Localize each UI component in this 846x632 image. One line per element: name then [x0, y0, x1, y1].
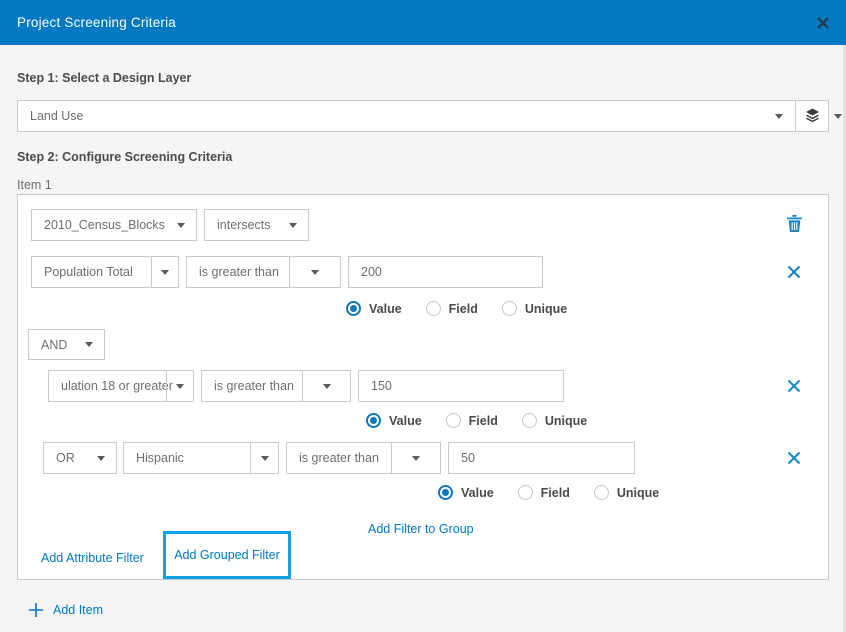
radio-value-label: Value — [369, 302, 402, 316]
radio-value-selected[interactable] — [346, 301, 361, 316]
spatial-relation-value: intersects — [205, 218, 271, 232]
add-attribute-filter-link[interactable]: Add Attribute Filter — [41, 551, 144, 565]
filter3-operator-value: is greater than — [287, 451, 379, 465]
filter3-value-input[interactable] — [448, 442, 635, 474]
radio-field-label: Field — [541, 486, 570, 500]
target-layer-value: 2010_Census_Blocks — [32, 218, 165, 232]
radio-field-label: Field — [449, 302, 478, 316]
filter2-operator-dropdown-button[interactable] — [303, 371, 350, 401]
chevron-down-icon — [289, 223, 297, 228]
add-item-button[interactable]: Add Item — [28, 602, 103, 618]
design-layer-select[interactable]: Land Use — [17, 100, 829, 132]
filter2-field-value: ulation 18 or greater — [49, 379, 173, 393]
filter3-operator-dropdown-button[interactable] — [392, 443, 440, 473]
chevron-down-icon — [85, 342, 93, 347]
chevron-down-icon — [775, 114, 783, 119]
radio-unique[interactable] — [502, 301, 517, 316]
chevron-down-icon — [834, 114, 842, 119]
spatial-relation-select[interactable]: intersects — [204, 209, 309, 241]
target-layer-select[interactable]: 2010_Census_Blocks — [31, 209, 197, 241]
radio-field[interactable] — [518, 485, 533, 500]
close-icon — [816, 16, 830, 30]
add-filter-to-group-link[interactable]: Add Filter to Group — [368, 522, 474, 536]
filter1-operator-select[interactable]: is greater than — [186, 256, 341, 288]
filter1-value-input[interactable] — [348, 256, 543, 288]
filter2-field-select[interactable]: ulation 18 or greater — [48, 370, 194, 402]
close-button[interactable] — [812, 12, 834, 34]
chevron-down-icon — [176, 384, 184, 389]
project-screening-criteria-dialog: Project Screening Criteria Step 1: Selec… — [0, 0, 846, 632]
group-logic-select[interactable]: AND — [28, 329, 105, 360]
filter2-operator-value: is greater than — [202, 379, 294, 393]
filter2-mode-radios: Value Field Unique — [366, 413, 611, 428]
chevron-down-icon — [161, 270, 169, 275]
radio-unique-label: Unique — [617, 486, 659, 500]
trash-icon — [787, 215, 802, 232]
add-item-label: Add Item — [53, 603, 103, 617]
layers-icon — [804, 108, 821, 124]
filter3-logic-value: OR — [44, 451, 75, 465]
chevron-down-icon — [412, 456, 420, 461]
radio-value-selected[interactable] — [366, 413, 381, 428]
filter2-remove-button[interactable] — [782, 374, 806, 398]
add-grouped-filter-link[interactable]: Add Grouped Filter — [174, 548, 280, 562]
radio-unique-label: Unique — [545, 414, 587, 428]
radio-unique[interactable] — [594, 485, 609, 500]
filter1-field-select[interactable]: Population Total — [31, 256, 179, 288]
item-panel: 2010_Census_Blocks intersects Population… — [17, 194, 829, 580]
filter1-remove-button[interactable] — [782, 260, 806, 284]
radio-field[interactable] — [446, 413, 461, 428]
radio-value-label: Value — [461, 486, 494, 500]
item-label: Item 1 — [17, 178, 52, 192]
filter3-field-dropdown-button[interactable] — [251, 443, 278, 473]
chevron-down-icon — [97, 456, 105, 461]
design-layer-dropdown-button[interactable] — [763, 101, 795, 131]
chevron-down-icon — [261, 456, 269, 461]
remove-icon — [787, 379, 801, 393]
design-layer-value: Land Use — [18, 109, 84, 123]
filter1-field-value: Population Total — [32, 265, 133, 279]
filter3-field-value: Hispanic — [124, 451, 184, 465]
filter1-mode-radios: Value Field Unique — [346, 301, 591, 316]
dialog-title: Project Screening Criteria — [17, 15, 176, 30]
plus-icon — [28, 602, 44, 618]
filter3-field-select[interactable]: Hispanic — [123, 442, 279, 474]
add-grouped-filter-focus-ring: Add Grouped Filter — [163, 531, 291, 579]
radio-field-label: Field — [469, 414, 498, 428]
radio-field[interactable] — [426, 301, 441, 316]
filter1-operator-dropdown-button[interactable] — [290, 257, 340, 287]
filter1-operator-value: is greater than — [187, 265, 279, 279]
step1-label: Step 1: Select a Design Layer — [17, 71, 191, 85]
remove-icon — [787, 265, 801, 279]
filter3-mode-radios: Value Field Unique — [438, 485, 683, 500]
filter3-logic-select[interactable]: OR — [43, 442, 117, 474]
filter2-value-input[interactable] — [358, 370, 564, 402]
layers-dropdown-button[interactable] — [829, 101, 846, 131]
filter3-operator-select[interactable]: is greater than — [286, 442, 441, 474]
chevron-down-icon — [177, 223, 185, 228]
delete-item-button[interactable] — [782, 211, 806, 235]
step2-label: Step 2: Configure Screening Criteria — [17, 150, 232, 164]
radio-unique[interactable] — [522, 413, 537, 428]
radio-value-selected[interactable] — [438, 485, 453, 500]
layers-button[interactable] — [796, 101, 829, 131]
filter2-operator-select[interactable]: is greater than — [201, 370, 351, 402]
chevron-down-icon — [323, 384, 331, 389]
chevron-down-icon — [311, 270, 319, 275]
radio-unique-label: Unique — [525, 302, 567, 316]
dialog-header: Project Screening Criteria — [0, 0, 846, 45]
filter2-field-dropdown-button[interactable] — [167, 371, 193, 401]
filter3-remove-button[interactable] — [782, 446, 806, 470]
radio-value-label: Value — [389, 414, 422, 428]
remove-icon — [787, 451, 801, 465]
group-logic-value: AND — [29, 338, 67, 352]
filter1-field-dropdown-button[interactable] — [152, 257, 178, 287]
